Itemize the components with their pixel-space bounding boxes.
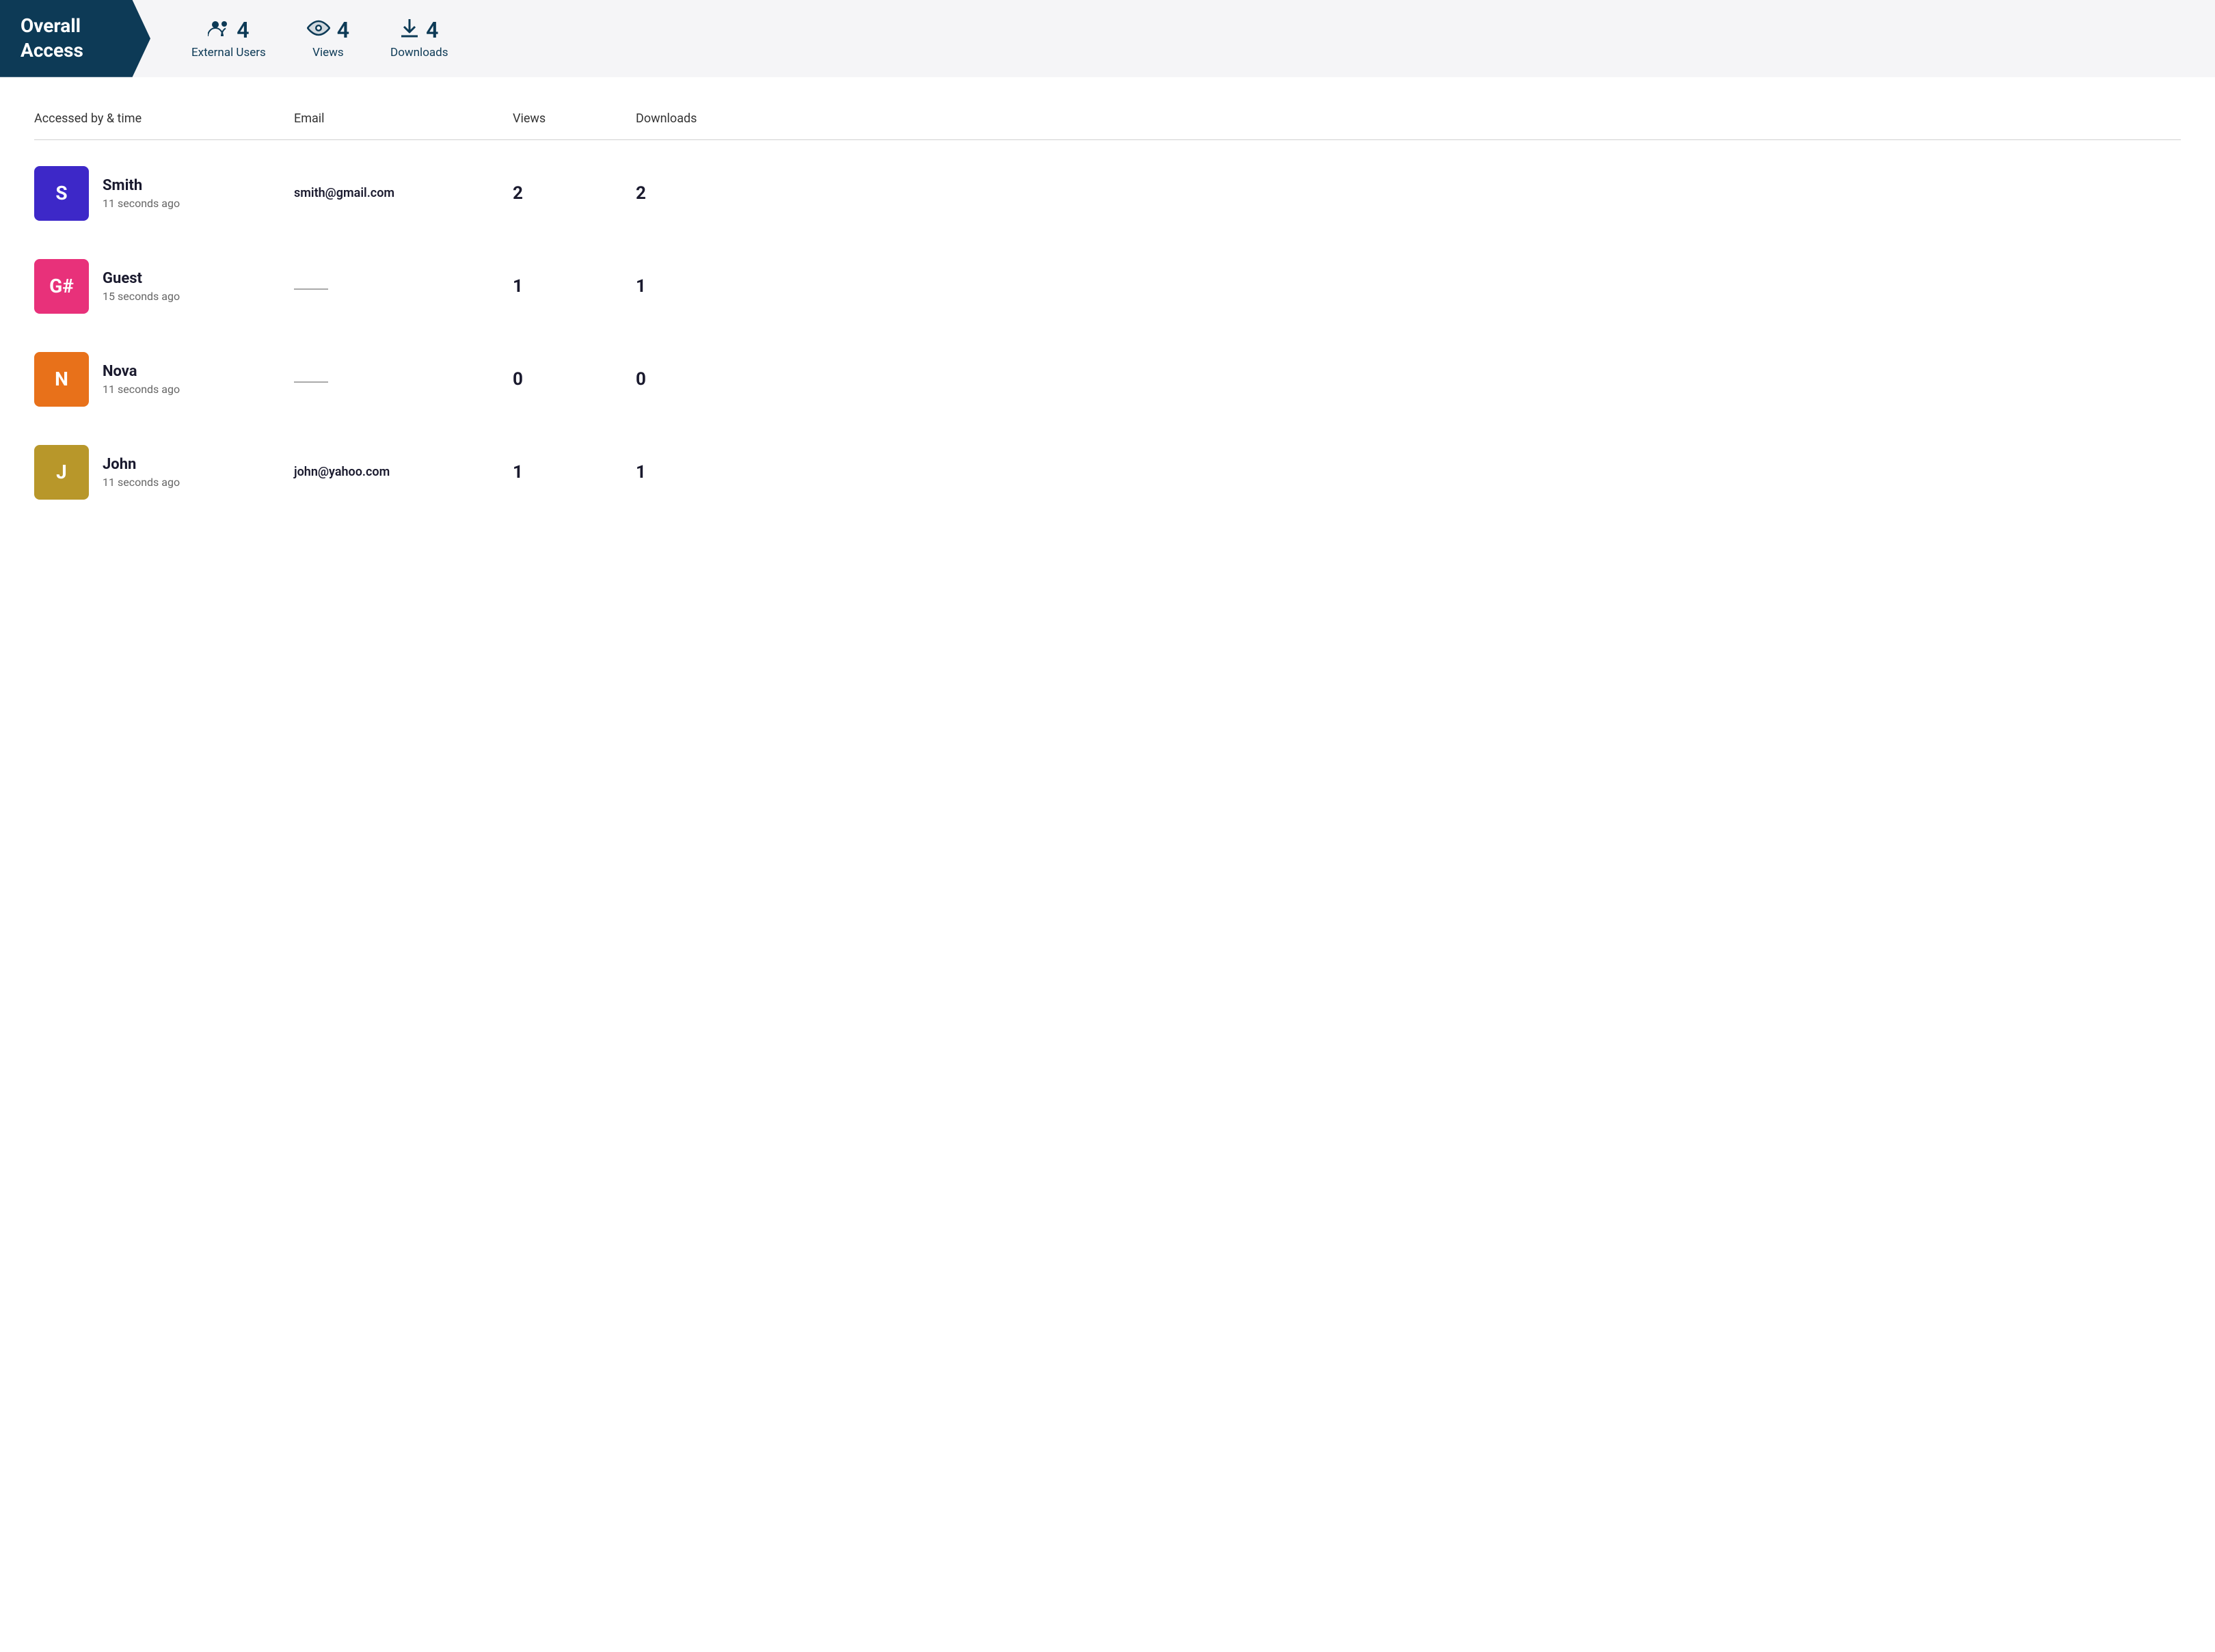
user-info-guest: Guest 15 seconds ago bbox=[103, 270, 180, 303]
avatar-initials-guest: G# bbox=[49, 275, 74, 297]
user-name-nova: Nova bbox=[103, 363, 180, 380]
views-cell-guest: 1 bbox=[513, 276, 636, 297]
email-dash-guest bbox=[294, 288, 328, 290]
table-divider bbox=[34, 139, 2181, 140]
col-header-email: Email bbox=[294, 111, 513, 126]
table-row: G# Guest 15 seconds ago 1 1 bbox=[34, 240, 2181, 333]
email-cell-smith: smith@gmail.com bbox=[294, 186, 513, 200]
table-header: Accessed by & time Email Views Downloads bbox=[34, 105, 2181, 133]
user-time-guest: 15 seconds ago bbox=[103, 290, 180, 303]
download-icon bbox=[400, 18, 419, 43]
views-cell-nova: 0 bbox=[513, 369, 636, 390]
user-name-guest: Guest bbox=[103, 270, 180, 287]
header-banner: Overall Access 4 External Users bbox=[0, 0, 2215, 77]
overall-access-text: Overall Access bbox=[21, 14, 83, 64]
stat-downloads: 4 Downloads bbox=[390, 17, 448, 59]
table-row: J John 11 seconds ago john@yahoo.com 1 1 bbox=[34, 426, 2181, 519]
avatar-initials-john: J bbox=[56, 461, 67, 483]
downloads-cell-smith: 2 bbox=[636, 183, 773, 204]
avatar-nova: N bbox=[34, 352, 89, 407]
user-time-john: 11 seconds ago bbox=[103, 476, 180, 489]
table-row: S Smith 11 seconds ago smith@gmail.com 2… bbox=[34, 147, 2181, 240]
downloads-cell-guest: 1 bbox=[636, 276, 773, 297]
user-cell-john: J John 11 seconds ago bbox=[34, 445, 294, 500]
avatar-guest: G# bbox=[34, 259, 89, 314]
views-count: 4 bbox=[337, 17, 349, 43]
stat-views: 4 Views bbox=[307, 17, 349, 59]
email-dash-nova bbox=[294, 381, 328, 383]
downloads-label: Downloads bbox=[390, 46, 448, 59]
downloads-cell-john: 1 bbox=[636, 462, 773, 483]
table-section: Accessed by & time Email Views Downloads… bbox=[0, 77, 2215, 546]
user-name-john: John bbox=[103, 456, 180, 473]
email-cell-nova bbox=[294, 372, 513, 386]
email-cell-john: john@yahoo.com bbox=[294, 465, 513, 479]
overall-access-label: Overall Access bbox=[0, 0, 150, 77]
user-info-nova: Nova 11 seconds ago bbox=[103, 363, 180, 396]
downloads-count: 4 bbox=[426, 17, 438, 43]
avatar-initials-smith: S bbox=[55, 182, 67, 204]
downloads-cell-nova: 0 bbox=[636, 369, 773, 390]
stat-external-users: 4 External Users bbox=[191, 17, 266, 59]
user-cell-nova: N Nova 11 seconds ago bbox=[34, 352, 294, 407]
external-users-label: External Users bbox=[191, 46, 266, 59]
col-header-views: Views bbox=[513, 111, 636, 126]
email-cell-guest bbox=[294, 279, 513, 293]
avatar-initials-nova: N bbox=[55, 368, 68, 390]
table-row: N Nova 11 seconds ago 0 0 bbox=[34, 333, 2181, 426]
user-time-nova: 11 seconds ago bbox=[103, 383, 180, 396]
stat-top-users: 4 bbox=[208, 17, 249, 43]
user-info-smith: Smith 11 seconds ago bbox=[103, 177, 180, 210]
user-cell-smith: S Smith 11 seconds ago bbox=[34, 166, 294, 221]
user-name-smith: Smith bbox=[103, 177, 180, 194]
eye-icon bbox=[307, 20, 330, 41]
user-info-john: John 11 seconds ago bbox=[103, 456, 180, 489]
stats-container: 4 External Users 4 Views bbox=[150, 0, 2215, 77]
col-header-accessed-by: Accessed by & time bbox=[34, 111, 294, 126]
col-header-downloads: Downloads bbox=[636, 111, 773, 126]
avatar-smith: S bbox=[34, 166, 89, 221]
avatar-john: J bbox=[34, 445, 89, 500]
stat-top-downloads: 4 bbox=[400, 17, 438, 43]
user-cell-guest: G# Guest 15 seconds ago bbox=[34, 259, 294, 314]
users-icon bbox=[208, 18, 230, 42]
views-label: Views bbox=[312, 46, 344, 59]
views-cell-smith: 2 bbox=[513, 183, 636, 204]
stat-top-views: 4 bbox=[307, 17, 349, 43]
views-cell-john: 1 bbox=[513, 462, 636, 483]
external-users-count: 4 bbox=[237, 17, 249, 43]
user-time-smith: 11 seconds ago bbox=[103, 197, 180, 210]
